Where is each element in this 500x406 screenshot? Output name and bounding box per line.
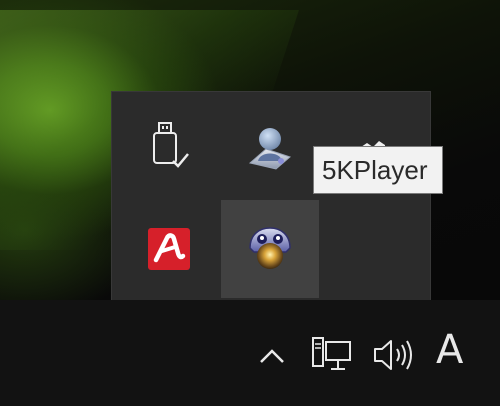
tray-tooltip: 5KPlayer [313,146,443,194]
volume-tray-button[interactable] [368,332,420,378]
5kplayer-icon [249,227,291,269]
input-language-indicator[interactable]: A [436,330,463,370]
usb-safely-remove-icon [153,122,189,168]
tooltip-text: 5KPlayer [322,154,428,185]
tray-item-avira[interactable] [120,200,218,298]
tray-item-network-user[interactable] [221,98,319,196]
show-hidden-icons-button[interactable] [250,334,294,378]
avira-antivirus-icon [148,228,190,270]
tray-item-usb[interactable] [120,98,218,196]
network-user-app-icon [248,128,291,170]
chevron-up-icon [260,349,284,363]
tray-item-5kplayer[interactable] [221,200,319,298]
network-tray-button[interactable] [306,330,358,380]
network-icon [312,337,351,370]
volume-icon [374,340,412,370]
tray-overflow-flyout [112,92,430,300]
